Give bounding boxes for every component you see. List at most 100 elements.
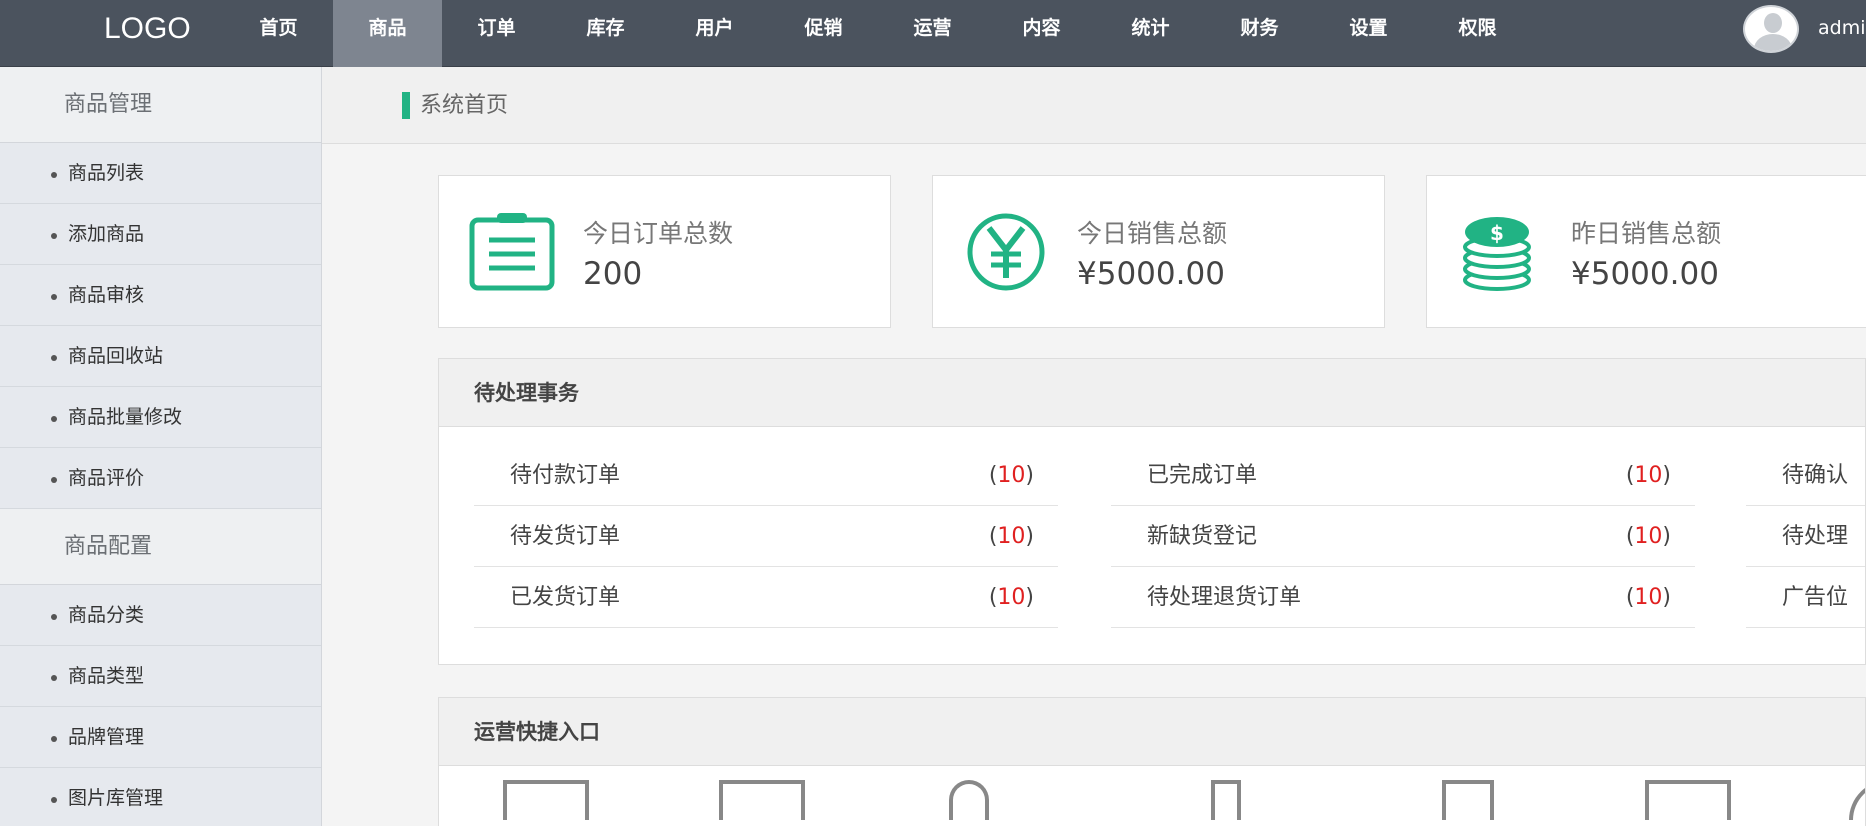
todo-column: 已完成订单 (10) 新缺货登记 (10) 待处理退货订单 (10) xyxy=(1111,445,1695,628)
todo-count-value: 10 xyxy=(997,524,1026,549)
nav-item-3[interactable]: 库存 xyxy=(551,0,660,67)
todo-count-value: 10 xyxy=(1634,585,1663,610)
todo-label: 待确认 xyxy=(1782,463,1849,488)
stat-title: 今日订单总数 xyxy=(583,219,734,248)
todo-row[interactable]: 广告位(10) xyxy=(1746,567,1865,628)
bullet-icon xyxy=(51,416,57,422)
nav-item-4[interactable]: 用户 xyxy=(660,0,769,67)
todo-panel: 待处理事务 待付款订单 (10) 待发货订单 (10) 已发货订单 (10) 已完成订单 (1… xyxy=(438,358,1866,665)
bullet-icon xyxy=(51,355,57,361)
sidebar-item-label: 品牌管理 xyxy=(68,726,145,748)
quick-entry-icon[interactable] xyxy=(1211,780,1241,820)
sidebar-item-label: 商品回收站 xyxy=(68,345,164,367)
todo-count-value: 10 xyxy=(997,585,1026,610)
bullet-icon xyxy=(51,172,57,178)
sidebar-item-label: 商品列表 xyxy=(68,162,145,184)
todo-count: (10) xyxy=(1625,463,1671,488)
nav-item-2[interactable]: 订单 xyxy=(442,0,551,67)
sidebar-item[interactable]: 商品批量修改 xyxy=(0,387,321,448)
sidebar-item[interactable]: 图片库管理 xyxy=(0,768,321,826)
sidebar-item[interactable]: 商品回收站 xyxy=(0,326,321,387)
nav-item-0[interactable]: 首页 xyxy=(224,0,333,67)
top-nav-bar: LOGO 首页 商品 订单 库存 用户 促销 运营 内容 统计 财务 设置 权限 admi xyxy=(0,0,1866,67)
stat-card-today-sales: 今日销售总额 ¥5000.00 xyxy=(932,175,1385,328)
stat-value: 200 xyxy=(583,256,643,292)
quick-entry-icon[interactable] xyxy=(1849,780,1865,820)
nav-item-6[interactable]: 运营 xyxy=(878,0,987,67)
quick-entry-icon[interactable] xyxy=(1442,780,1494,820)
main-content: 今日订单总数 200 今日销售总额 ¥5000.00 $ 昨日销售总额 ¥500… xyxy=(322,145,1866,826)
todo-label: 待付款订单 xyxy=(510,463,621,488)
nav-item-1[interactable]: 商品 xyxy=(333,0,442,67)
bullet-icon xyxy=(51,477,57,483)
todo-row[interactable]: 待付款订单 (10) xyxy=(474,445,1058,506)
breadcrumb: 系统首页 xyxy=(322,67,1866,144)
todo-label: 新缺货登记 xyxy=(1147,524,1258,549)
sidebar-item[interactable]: 商品评价 xyxy=(0,448,321,509)
todo-panel-title: 待处理事务 xyxy=(439,359,1865,427)
quick-entry-icon[interactable] xyxy=(1645,780,1731,820)
todo-column: 待付款订单 (10) 待发货订单 (10) 已发货订单 (10) xyxy=(474,445,1058,628)
sidebar-item-label: 商品批量修改 xyxy=(68,406,183,428)
bullet-icon xyxy=(51,294,57,300)
breadcrumb-label[interactable]: 系统首页 xyxy=(420,67,508,144)
sidebar-item[interactable]: 商品列表 xyxy=(0,143,321,204)
sidebar-item-label: 商品类型 xyxy=(68,665,145,687)
quick-entry-icon[interactable] xyxy=(719,780,805,820)
todo-label: 广告位 xyxy=(1782,585,1849,610)
nav-item-11[interactable]: 权限 xyxy=(1423,0,1532,67)
todo-count-value: 10 xyxy=(1634,463,1663,488)
todo-row[interactable]: 已完成订单 (10) xyxy=(1111,445,1695,506)
breadcrumb-marker xyxy=(402,92,410,119)
nav-item-10[interactable]: 设置 xyxy=(1314,0,1423,67)
todo-row[interactable]: 待处理(10) xyxy=(1746,506,1865,567)
quick-entry-icon[interactable] xyxy=(503,780,589,820)
clipboard-icon xyxy=(469,213,555,291)
avatar[interactable] xyxy=(1743,5,1799,53)
sidebar-item[interactable]: 品牌管理 xyxy=(0,707,321,768)
todo-label: 已发货订单 xyxy=(510,585,621,610)
stat-value: ¥5000.00 xyxy=(1571,256,1719,292)
todo-row[interactable]: 待确认(10) xyxy=(1746,445,1865,506)
sidebar-item-label: 商品审核 xyxy=(68,284,145,306)
logo[interactable]: LOGO xyxy=(104,0,191,57)
todo-label: 待发货订单 xyxy=(510,524,621,549)
yen-coin-icon xyxy=(967,213,1045,291)
coin-stack-icon: $ xyxy=(1463,217,1531,291)
stat-title: 今日销售总额 xyxy=(1077,219,1228,248)
sidebar-item-label: 商品评价 xyxy=(68,467,145,489)
nav-item-8[interactable]: 统计 xyxy=(1096,0,1205,67)
todo-row[interactable]: 待处理退货订单 (10) xyxy=(1111,567,1695,628)
todo-row[interactable]: 待发货订单 (10) xyxy=(474,506,1058,567)
todo-count: (10) xyxy=(988,524,1034,549)
username[interactable]: admi xyxy=(1818,0,1866,57)
sidebar-item[interactable]: 商品分类 xyxy=(0,585,321,646)
sidebar-item[interactable]: 商品审核 xyxy=(0,265,321,326)
bullet-icon xyxy=(51,675,57,681)
sidebar-group-title[interactable]: 商品管理 xyxy=(0,67,321,143)
todo-column: 待确认(10)待处理(10)广告位(10) xyxy=(1746,445,1865,628)
bullet-icon xyxy=(51,797,57,803)
todo-row[interactable]: 已发货订单 (10) xyxy=(474,567,1058,628)
todo-label: 待处理退货订单 xyxy=(1147,585,1302,610)
todo-count: (10) xyxy=(988,463,1034,488)
sidebar-item[interactable]: 添加商品 xyxy=(0,204,321,265)
stat-card-today-orders: 今日订单总数 200 xyxy=(438,175,891,328)
stat-value: ¥5000.00 xyxy=(1077,256,1225,292)
todo-count: (10) xyxy=(1625,524,1671,549)
stat-title: 昨日销售总额 xyxy=(1571,219,1722,248)
todo-row[interactable]: 新缺货登记 (10) xyxy=(1111,506,1695,567)
sidebar: 商品管理商品列表添加商品商品审核商品回收站商品批量修改 商品评价商品配置 商品分类商… xyxy=(0,67,322,826)
nav-item-7[interactable]: 内容 xyxy=(987,0,1096,67)
quick-entry-icon[interactable] xyxy=(949,780,989,820)
nav-item-9[interactable]: 财务 xyxy=(1205,0,1314,67)
bullet-icon xyxy=(51,233,57,239)
sidebar-item[interactable]: 商品类型 xyxy=(0,646,321,707)
sidebar-group-title[interactable]: 商品配置 xyxy=(0,509,321,585)
todo-count-value: 10 xyxy=(1634,524,1663,549)
quick-entry-panel: 运营快捷入口 xyxy=(438,697,1866,826)
todo-count-value: 10 xyxy=(997,463,1026,488)
todo-count: (10) xyxy=(988,585,1034,610)
todo-label: 待处理 xyxy=(1782,524,1849,549)
nav-item-5[interactable]: 促销 xyxy=(769,0,878,67)
